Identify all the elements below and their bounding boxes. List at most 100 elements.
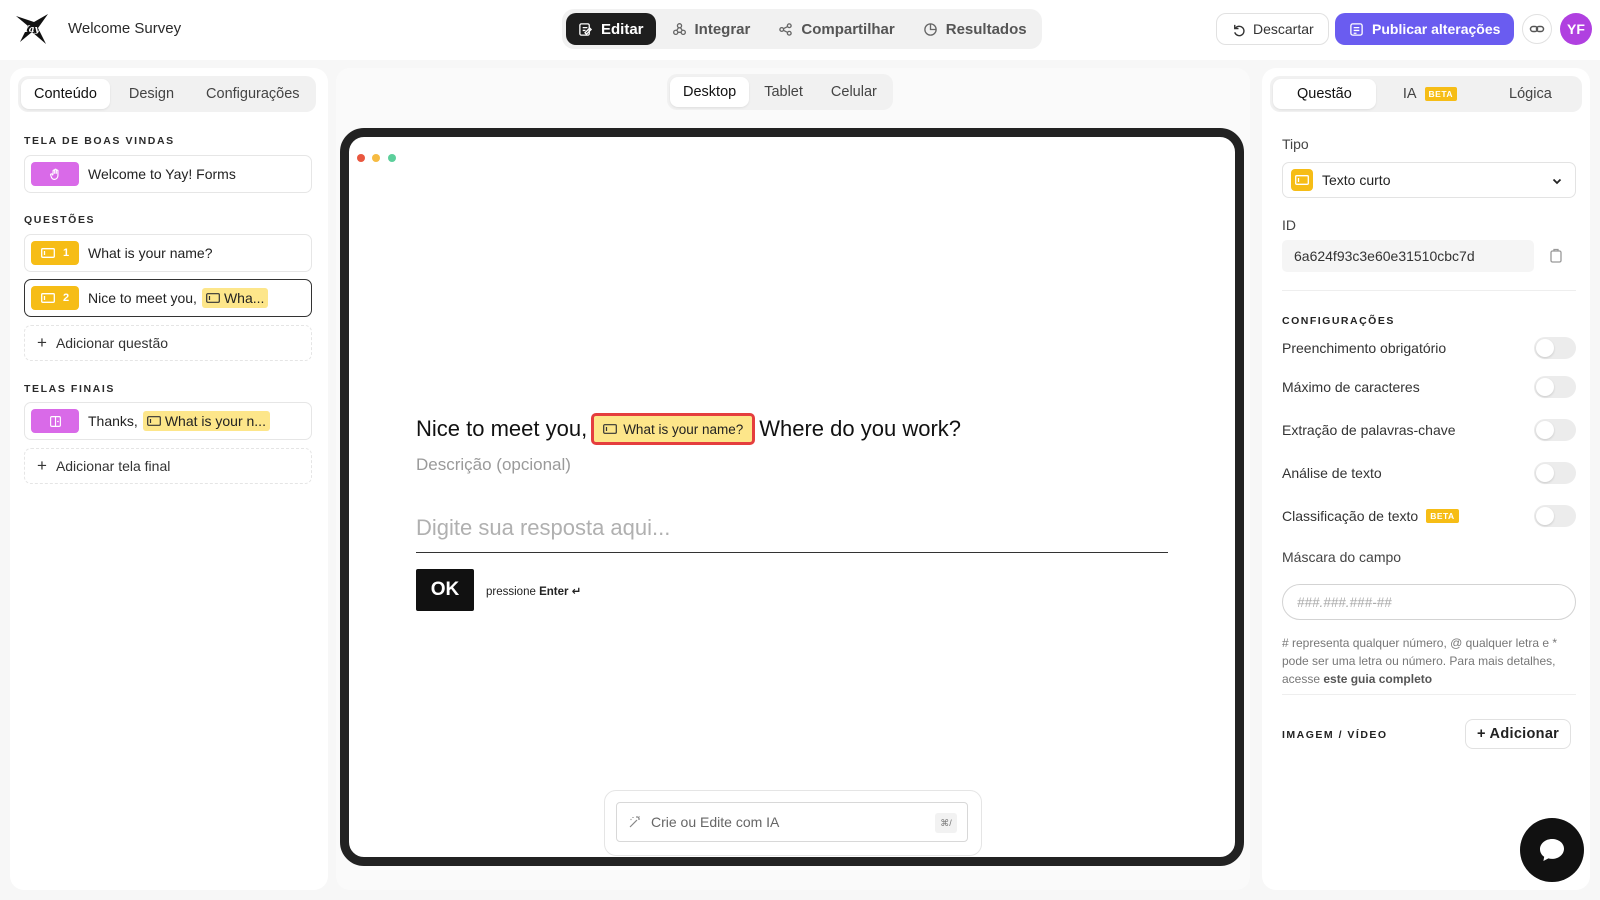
mask-guide-link[interactable]: este guia completo [1323,672,1432,686]
add-media-button[interactable]: + Adicionar [1465,719,1572,749]
chat-support-button[interactable] [1520,818,1584,882]
tab-editar-label: Editar [601,20,644,38]
question-number-2: 2 [62,292,70,304]
hint-prefix: pressione [486,586,536,598]
end-badge [31,409,79,433]
right-tabs: Questão IA BETA Lógica [1270,76,1582,112]
short-text-icon [146,416,161,426]
right-panel: Questão IA BETA Lógica Tipo Texto curto … [1262,68,1590,890]
question-description[interactable]: Descrição (opcional) [416,455,571,475]
plus-icon: + [37,456,47,475]
add-question-label: Adicionar questão [55,335,169,351]
recall-chip: Wha... [201,288,269,308]
required-toggle[interactable] [1534,337,1576,359]
text-analysis-toggle[interactable] [1534,462,1576,484]
divider [1282,290,1576,291]
add-question-button[interactable]: + Adicionar questão [24,325,312,361]
ai-prompt-input[interactable]: Crie ou Edite com IA ⌘/ [616,802,968,842]
end-item-text: Thanks, [88,413,138,429]
short-text-icon [603,424,618,434]
tab-logica[interactable]: Lógica [1496,79,1565,109]
keyword-extraction-toggle[interactable] [1534,419,1576,441]
tab-celular[interactable]: Celular [818,77,890,107]
tab-ia[interactable]: IA BETA [1390,79,1470,109]
toggle-label-classification: Classificação de texto [1282,508,1419,524]
answer-input[interactable]: Digite sua resposta aqui... [416,515,1168,553]
question-title[interactable]: Nice to meet you, What is your name? Whe… [416,413,961,445]
toggle-label-max-chars: Máximo de caracteres [1282,379,1420,395]
welcome-item-label: Welcome to Yay! Forms [88,166,236,182]
media-section-label: IMAGEM / VÍDEO [1282,729,1388,741]
ok-button[interactable]: OK [416,569,474,611]
tab-configuracoes[interactable]: Configurações [193,79,313,109]
tab-integrar[interactable]: Integrar [660,13,763,45]
question-prefix: Nice to meet you, [416,416,588,441]
chat-bubble-icon [1540,839,1564,861]
svg-text:Yay!: Yay! [23,25,44,35]
id-label: ID [1282,217,1296,233]
max-chars-toggle[interactable] [1534,376,1576,398]
welcome-screen-item[interactable]: Welcome to Yay! Forms [24,155,312,193]
link-icon [1529,25,1545,33]
tab-conteudo[interactable]: Conteúdo [21,79,110,109]
tab-tablet[interactable]: Tablet [751,77,816,107]
mask-input[interactable]: ###.###.###-## [1282,584,1576,620]
user-avatar[interactable]: YF [1560,13,1592,45]
tab-editar[interactable]: Editar [566,13,656,45]
tab-desktop[interactable]: Desktop [670,77,750,107]
exit-icon [49,415,61,427]
type-select-value: Texto curto [1322,172,1391,188]
device-preview-frame: Nice to meet you, What is your name? Whe… [340,128,1244,866]
tab-compartilhar[interactable]: Compartilhar [766,13,906,45]
left-panel: Conteúdo Design Configurações TELA DE BO… [10,68,328,890]
tab-ia-label: IA [1402,86,1417,102]
type-select[interactable]: Texto curto [1282,162,1576,198]
tab-resultados[interactable]: Resultados [911,13,1039,45]
plus-icon: + [37,333,47,352]
toggle-row-max-chars: Máximo de caracteres [1282,375,1576,399]
share-icon [779,22,793,36]
form-title[interactable]: Welcome Survey [68,20,181,37]
discard-button[interactable]: Descartar [1216,13,1329,45]
toggle-label-text-analysis: Análise de texto [1282,465,1382,481]
publish-button[interactable]: Publicar alterações [1335,13,1515,45]
chevron-down-icon [1552,178,1562,185]
ai-shortcut: ⌘/ [935,813,957,833]
ai-prompt-container: Crie ou Edite com IA ⌘/ [604,790,982,856]
end-recall-chip: What is your n... [142,411,270,431]
id-field[interactable]: 6a624f93c3e60e31510cbc7d [1282,240,1534,272]
add-end-screen-button[interactable]: + Adicionar tela final [24,448,312,484]
text-classification-toggle[interactable] [1534,505,1576,527]
toggle-row-keywords: Extração de palavras-chave [1282,418,1576,442]
question-text-1: What is your name? [88,245,213,261]
top-bar: Yay! Welcome Survey Editar Integrar Comp… [0,0,1600,60]
left-tabs: Conteúdo Design Configurações [18,76,316,112]
short-text-icon [1291,169,1313,191]
edit-icon [579,22,593,36]
tab-questao[interactable]: Questão [1273,79,1376,109]
copy-link-button[interactable] [1522,14,1552,44]
question-chip-label: What is your name? [623,421,744,437]
copy-icon[interactable] [1548,248,1564,264]
question-recall-chip[interactable]: What is your name? [591,413,756,445]
end-screen-item[interactable]: Thanks, What is your n... [24,402,312,440]
toggle-label-required: Preenchimento obrigatório [1282,340,1447,356]
yay-logo-icon[interactable]: Yay! [14,10,50,46]
question-number-1: 1 [62,247,70,259]
welcome-section-label: TELA DE BOAS VINDAS [24,135,175,147]
device-tabs: Desktop Tablet Celular [667,74,893,110]
short-text-icon [40,293,55,303]
questions-section-label: QUESTÕES [24,214,96,226]
tab-design[interactable]: Design [116,79,187,109]
question-item-2[interactable]: 2 Nice to meet you, Wha... [24,279,312,317]
results-icon [923,22,937,36]
window-maximize-dot [388,154,396,162]
question-badge-2: 2 [31,286,79,310]
question-item-1[interactable]: 1 What is your name? [24,234,312,272]
short-text-icon [206,293,220,303]
integrate-icon [672,22,686,35]
hand-wave-icon [49,168,59,180]
recall-chip-label: Wha... [223,290,265,306]
publish-icon [1350,22,1363,36]
ai-placeholder: Crie ou Edite com IA [651,814,780,830]
